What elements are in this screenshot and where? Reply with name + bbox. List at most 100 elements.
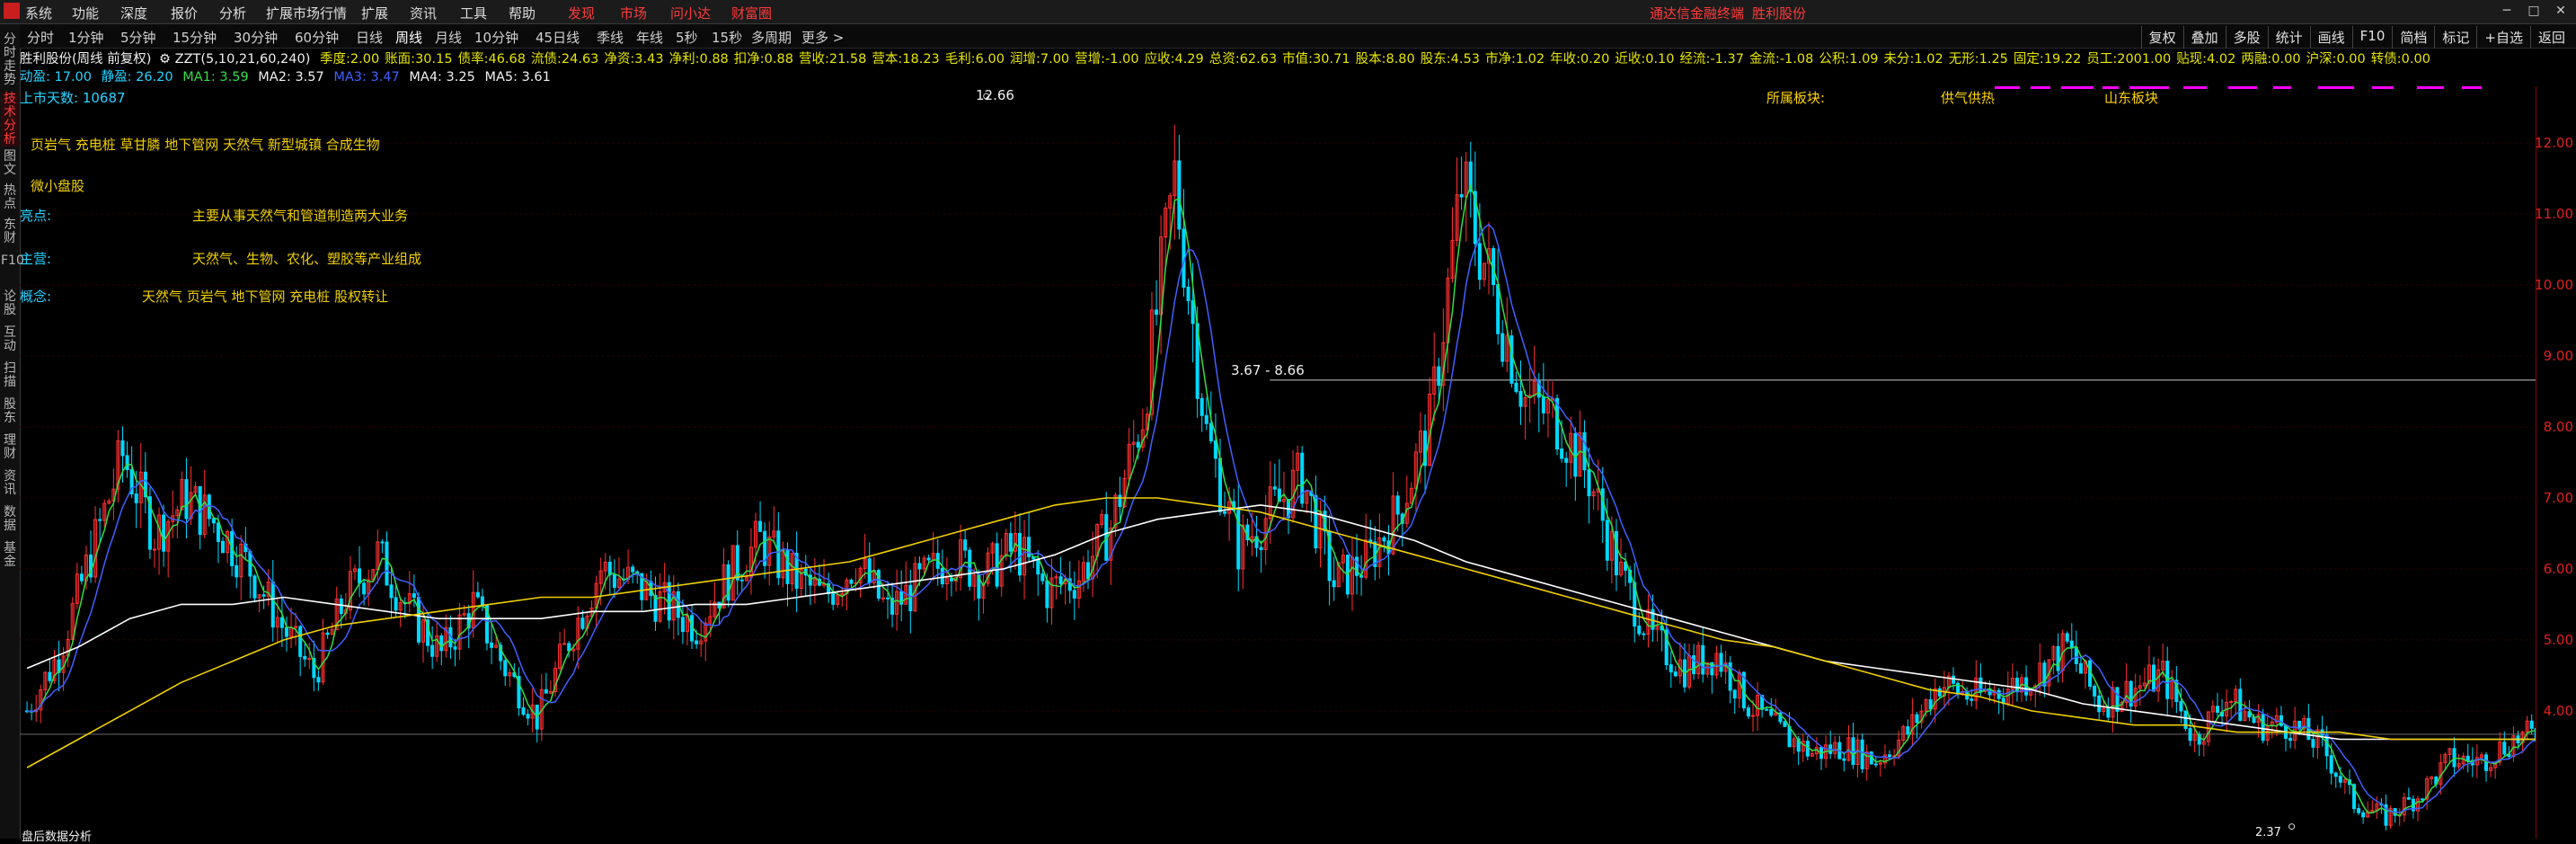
candle-body [926,557,931,561]
maximize-icon[interactable]: □ [2524,2,2544,20]
candle-body [2329,755,2333,774]
period-week[interactable]: 周线 [395,28,422,47]
nav-tab-f10[interactable]: F10 [1,254,24,268]
period-more[interactable]: 更多 > [801,28,844,47]
period-45day[interactable]: 45日线 [536,28,580,47]
candle-body [261,594,266,597]
fin-field-value: 62.63 [1239,52,1278,67]
period-1min[interactable]: 1分钟 [68,28,104,47]
fin-field-value: 2.00 [350,52,380,67]
fin-field: 金流:-1.08 [1749,52,1813,67]
promo-terminal[interactable]: 通达信金融终端 [1650,4,1744,22]
period-15s[interactable]: 15秒 [712,28,742,47]
candle-body [2069,640,2074,648]
tool-stats-button[interactable]: 统计 [2267,26,2310,49]
nav-tab-data[interactable]: 数据 [1,506,19,533]
tool-back-button[interactable]: 返回 [2529,26,2572,49]
tool-watchlist-button[interactable]: +自选 [2476,26,2530,49]
candle-body [2465,755,2470,761]
menu-ask[interactable]: 问小达 [670,4,711,22]
candle-body [120,440,125,457]
nav-tab-info[interactable]: 资讯 [1,470,19,497]
candle-body [940,567,944,585]
fin-field-key: 净资: [604,52,635,67]
nav-tab-interact[interactable]: 互动 [1,326,19,353]
candle-body [631,566,635,573]
y-tick-label: 7.00 [2543,489,2573,506]
menu-discover[interactable]: 发现 [568,4,595,22]
menu-depth[interactable]: 深度 [120,4,147,22]
nav-tab-eastmoney[interactable]: 东财 [1,218,19,245]
tool-multi-button[interactable]: 多股 [2225,26,2268,49]
fin-field-value: 0.10 [1645,52,1675,67]
period-15min[interactable]: 15分钟 [173,28,217,47]
minimize-icon[interactable]: ─ [2497,2,2517,20]
close-icon[interactable]: ✕ [2551,2,2571,20]
fin-field-key: 流债: [531,52,562,67]
y-tick-label: 9.00 [2543,348,2573,365]
nav-tab-technical[interactable]: 技术分析 [1,93,19,147]
indicator-name[interactable]: ZZT(5,10,21,60,240) [175,52,311,67]
fin-field-key: 市净: [1484,52,1516,67]
fin-field-key: 账面: [385,52,416,67]
nav-tab-forum[interactable]: 论股 [1,290,19,317]
nav-tab-timeshare[interactable]: 分时走势 [1,33,19,87]
indicator-gear-icon[interactable]: ⚙ [159,52,171,67]
period-30min[interactable]: 30分钟 [234,28,278,47]
period-60min[interactable]: 60分钟 [295,28,339,47]
menu-market[interactable]: 市场 [620,4,647,22]
tool-draw-button[interactable]: 画线 [2309,26,2352,49]
candle-body [1395,495,1400,515]
menu-function[interactable]: 功能 [72,4,99,22]
sector-gas-heat[interactable]: 供气供热 [1941,88,1995,107]
menu-quote[interactable]: 报价 [171,4,198,22]
y-tick-label: 12.00 [2535,135,2573,152]
menu-system[interactable]: 系统 [25,4,52,22]
sector-shandong[interactable]: 山东板块 [2104,88,2158,107]
menu-tools[interactable]: 工具 [460,4,487,22]
tool-mark-button[interactable]: 标记 [2434,26,2476,49]
candle-body [380,541,385,544]
menu-news[interactable]: 资讯 [410,4,437,22]
candle-body [1637,626,1642,635]
candle-body [2279,715,2283,726]
nav-tab-fund[interactable]: 基金 [1,542,19,569]
nav-tab-holder[interactable]: 股东 [1,398,19,425]
menu-extend[interactable]: 扩展 [361,4,388,22]
tool-overlay-button[interactable]: 叠加 [2182,26,2226,49]
period-timeshare[interactable]: 分时 [27,28,54,47]
period-day[interactable]: 日线 [356,28,383,47]
period-month[interactable]: 月线 [435,28,462,47]
weekly-kline-chart[interactable] [20,86,2556,839]
nav-tab-hot[interactable]: 热点 [1,184,19,211]
period-multi[interactable]: 多周期 [751,28,792,47]
tool-adjust-button[interactable]: 复权 [2140,26,2183,49]
menu-analysis[interactable]: 分析 [219,4,246,22]
concepts-top: 页岩气 充电桩 草甘膦 地下管网 天然气 新型城镇 合成生物 [31,137,380,153]
fin-field: 经流:-1.37 [1680,52,1744,67]
period-year[interactable]: 年线 [636,28,663,47]
period-10min[interactable]: 10分钟 [474,28,518,47]
menu-wealth[interactable]: 财富圈 [731,4,772,22]
candle-body [394,597,398,611]
nav-tab-graphic[interactable]: 图文 [1,150,19,177]
nav-tab-scan[interactable]: 扫描 [1,362,19,389]
period-5min[interactable]: 5分钟 [120,28,156,47]
candle-body [1560,449,1564,459]
candle-body [270,582,275,628]
candle-body [1614,530,1618,576]
candle-body [1058,576,1063,585]
app-logo-icon[interactable] [4,3,20,19]
menu-help[interactable]: 帮助 [509,4,536,22]
fin-field: 未分:1.02 [1884,52,1943,67]
nav-tab-finance[interactable]: 理财 [1,434,19,461]
period-season[interactable]: 季线 [597,28,624,47]
stock-title[interactable]: 胜利股份(周线 前复权) [20,52,151,67]
menu-ext-market[interactable]: 扩展市场行情 [266,4,347,22]
low-marker [2288,823,2296,831]
tool-brief-button[interactable]: 简档 [2392,26,2434,49]
tool-f10-button[interactable]: F10 [2351,26,2393,49]
period-5s[interactable]: 5秒 [676,28,698,47]
candle-body [1746,707,1750,717]
candle-body [2361,812,2366,818]
